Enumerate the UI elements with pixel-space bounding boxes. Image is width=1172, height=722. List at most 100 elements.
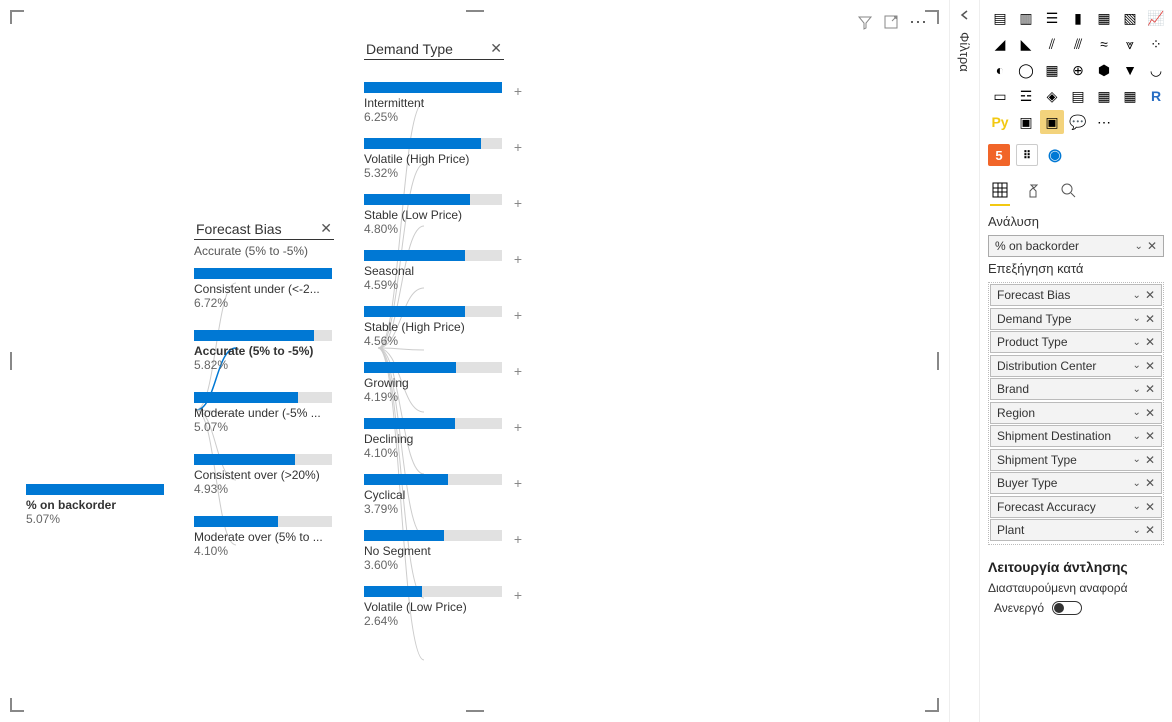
filter-icon[interactable] [857, 14, 873, 30]
custom-visual-icon[interactable]: ⠿ [1016, 144, 1038, 166]
tree-node[interactable]: + Seasonal 4.59% [364, 250, 504, 292]
chevron-down-icon[interactable]: ⌄ [1133, 290, 1141, 301]
report-canvas[interactable]: ⋯ % on backorder 5.07% [0, 0, 949, 722]
explain-by-field[interactable]: Buyer Type ⌄✕ [990, 472, 1162, 494]
viz-ribbon-icon[interactable]: ≈ [1092, 32, 1116, 56]
tree-node[interactable]: + Stable (High Price) 4.56% [364, 306, 504, 348]
tree-node[interactable]: + Cyclical 3.79% [364, 474, 504, 516]
viz-stacked-bar-h-icon[interactable]: ▤ [988, 6, 1012, 30]
viz-line-icon[interactable]: 📈 [1144, 6, 1168, 30]
viz-stacked-area-icon[interactable]: ◣ [1014, 32, 1038, 56]
expand-icon[interactable]: + [514, 139, 522, 155]
remove-icon[interactable]: ✕ [1145, 453, 1155, 467]
chevron-down-icon[interactable]: ⌄ [1133, 337, 1141, 348]
viz-hundred-bar-v-icon[interactable]: ▧ [1118, 6, 1142, 30]
remove-icon[interactable]: ✕ [1145, 476, 1155, 490]
chevron-down-icon[interactable]: ⌄ [1133, 360, 1141, 371]
viz-key-influencers-icon[interactable]: ▣ [1014, 110, 1038, 134]
tree-node[interactable]: + Declining 4.10% [364, 418, 504, 460]
viz-treemap-icon[interactable]: ▦ [1040, 58, 1064, 82]
viz-donut-icon[interactable]: ◯ [1014, 58, 1038, 82]
tree-node[interactable]: + Stable (Low Price) 4.80% [364, 194, 504, 236]
explain-by-field[interactable]: Distribution Center ⌄✕ [990, 355, 1162, 377]
remove-icon[interactable]: ✕ [1145, 288, 1155, 302]
explain-by-field[interactable]: Demand Type ⌄✕ [990, 308, 1162, 330]
expand-icon[interactable]: + [514, 475, 522, 491]
viz-r-visual-icon[interactable]: R [1144, 84, 1168, 108]
chevron-down-icon[interactable]: ⌄ [1133, 384, 1141, 395]
chevron-down-icon[interactable]: ⌄ [1133, 454, 1141, 465]
visualization-picker[interactable]: ▤▥☰▮▦▧📈◢◣⫽⫻≈⩔⁘◐◯▦⊕⬢▼◡▭☲◈▤▦▦RPy▣▣💬⋯ [988, 6, 1164, 134]
explain-by-field[interactable]: Plant ⌄✕ [990, 519, 1162, 541]
tree-node[interactable]: Accurate (5% to -5%) 5.82% [194, 330, 334, 372]
viz-clustered-bar-v-icon[interactable]: ▮ [1066, 6, 1090, 30]
viz-line-bar-2-icon[interactable]: ⫻ [1066, 32, 1090, 56]
explain-by-field[interactable]: Forecast Bias ⌄✕ [990, 284, 1162, 306]
tree-node[interactable]: + No Segment 3.60% [364, 530, 504, 572]
more-options-icon[interactable]: ⋯ [909, 17, 929, 27]
viz-table-icon[interactable]: ▦ [1092, 84, 1116, 108]
column-header-demand-type[interactable]: Demand Type ✕ [364, 36, 504, 60]
tree-node[interactable]: + Intermittent 6.25% [364, 82, 504, 124]
cross-report-toggle[interactable] [1052, 601, 1082, 615]
tree-node[interactable]: Moderate over (5% to ... 4.10% [194, 516, 334, 558]
focus-mode-icon[interactable] [883, 14, 899, 30]
tree-root-node[interactable]: % on backorder 5.07% [26, 484, 164, 526]
expand-icon[interactable]: + [514, 83, 522, 99]
tab-fields[interactable] [990, 178, 1010, 206]
explain-by-well[interactable]: Forecast Bias ⌄✕Demand Type ⌄✕Product Ty… [988, 282, 1164, 545]
analyze-field-well[interactable]: % on backorder ⌄✕ [988, 235, 1164, 257]
explain-by-field[interactable]: Product Type ⌄✕ [990, 331, 1162, 353]
chevron-down-icon[interactable]: ⌄ [1133, 478, 1141, 489]
explain-by-field[interactable]: Forecast Accuracy ⌄✕ [990, 496, 1162, 518]
expand-icon[interactable]: + [514, 587, 522, 603]
viz-scatter-icon[interactable]: ⁘ [1144, 32, 1168, 56]
expand-icon[interactable]: + [514, 531, 522, 547]
viz-slicer-icon[interactable]: ▤ [1066, 84, 1090, 108]
viz-qna-icon[interactable]: 💬 [1066, 110, 1090, 134]
viz-stacked-bar-v-icon[interactable]: ▥ [1014, 6, 1038, 30]
remove-icon[interactable]: ✕ [1145, 359, 1155, 373]
tab-format[interactable] [1024, 178, 1044, 206]
chevron-down-icon[interactable]: ⌄ [1133, 525, 1141, 536]
filters-pane-collapsed[interactable]: Φίλτρα [949, 0, 979, 722]
remove-icon[interactable]: ✕ [1145, 335, 1155, 349]
chevron-down-icon[interactable]: ⌄ [1133, 501, 1141, 512]
expand-icon[interactable]: + [514, 251, 522, 267]
viz-funnel-icon[interactable]: ▼ [1118, 58, 1142, 82]
expand-icon[interactable]: + [514, 195, 522, 211]
remove-icon[interactable]: ✕ [1145, 500, 1155, 514]
remove-icon[interactable]: ✕ [1145, 382, 1155, 396]
viz-kpi-icon[interactable]: ◈ [1040, 84, 1064, 108]
tree-node[interactable]: Consistent under (<-2... 6.72% [194, 268, 334, 310]
close-icon[interactable]: ✕ [490, 40, 502, 57]
decomposition-tree-visual[interactable]: % on backorder 5.07% Forecast Bias ✕ Acc… [26, 30, 586, 670]
expand-icon[interactable]: + [514, 363, 522, 379]
remove-icon[interactable]: ✕ [1145, 523, 1155, 537]
html5-visual-icon[interactable]: 5 [988, 144, 1010, 166]
viz-more-icon[interactable]: ⋯ [1092, 110, 1116, 134]
viz-py-visual-icon[interactable]: Py [988, 110, 1012, 134]
viz-line-bar-icon[interactable]: ⫽ [1040, 32, 1064, 56]
remove-icon[interactable]: ✕ [1147, 239, 1157, 253]
viz-area-icon[interactable]: ◢ [988, 32, 1012, 56]
chevron-down-icon[interactable]: ⌄ [1135, 241, 1143, 252]
viz-waterfall-icon[interactable]: ⩔ [1118, 32, 1142, 56]
chevron-down-icon[interactable]: ⌄ [1133, 313, 1141, 324]
expand-icon[interactable]: + [514, 419, 522, 435]
explain-by-field[interactable]: Shipment Type ⌄✕ [990, 449, 1162, 471]
viz-filled-map-icon[interactable]: ⬢ [1092, 58, 1116, 82]
tree-node[interactable]: + Growing 4.19% [364, 362, 504, 404]
viz-matrix-icon[interactable]: ▦ [1118, 84, 1142, 108]
tree-node[interactable]: + Volatile (Low Price) 2.64% [364, 586, 504, 628]
chevron-down-icon[interactable]: ⌄ [1133, 431, 1141, 442]
viz-pie-icon[interactable]: ◐ [988, 58, 1012, 82]
remove-icon[interactable]: ✕ [1145, 312, 1155, 326]
viz-hundred-bar-h-icon[interactable]: ▦ [1092, 6, 1116, 30]
remove-icon[interactable]: ✕ [1145, 429, 1155, 443]
chevron-down-icon[interactable]: ⌄ [1133, 407, 1141, 418]
explain-by-field[interactable]: Brand ⌄✕ [990, 378, 1162, 400]
viz-decomposition-tree-icon[interactable]: ▣ [1040, 110, 1064, 134]
tree-node[interactable]: Moderate under (-5% ... 5.07% [194, 392, 334, 434]
expand-icon[interactable] [958, 8, 972, 22]
